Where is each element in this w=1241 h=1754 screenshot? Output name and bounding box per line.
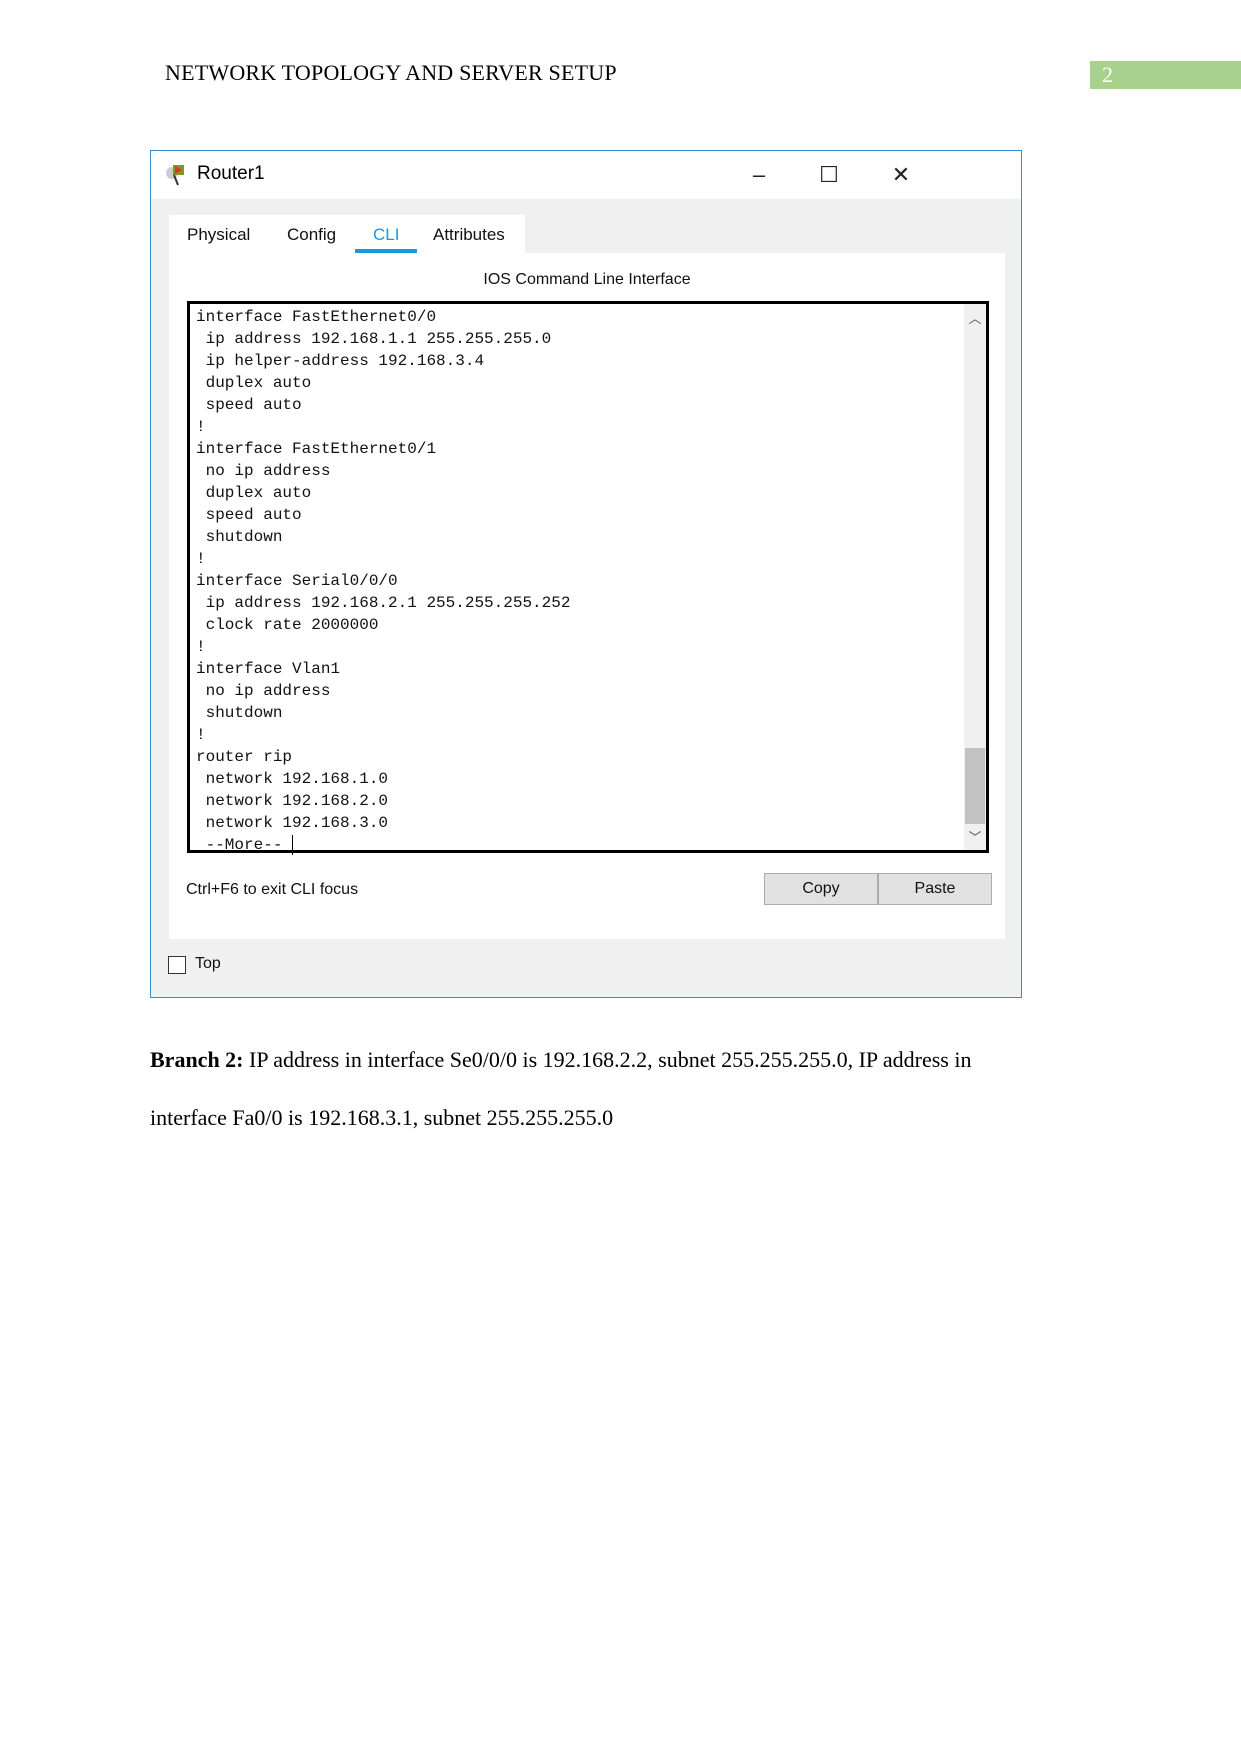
scroll-down-icon[interactable]: ﹀ xyxy=(964,827,986,846)
cli-line: shutdown xyxy=(196,704,283,722)
tab-attributes[interactable]: Attributes xyxy=(433,225,505,245)
cli-line: ! xyxy=(196,726,206,744)
cli-focus-hint: Ctrl+F6 to exit CLI focus xyxy=(186,881,359,898)
cli-line: duplex auto xyxy=(196,484,312,502)
tab-config[interactable]: Config xyxy=(287,225,336,245)
window-title: Router1 xyxy=(197,163,265,184)
cli-line: --More-- xyxy=(196,834,294,855)
cli-line: router rip xyxy=(196,748,293,766)
cli-line: ip helper-address 192.168.3.4 xyxy=(196,352,485,370)
cli-line: ! xyxy=(196,638,206,656)
close-button[interactable]: ✕ xyxy=(881,159,921,191)
scrollbar[interactable]: ︿ ﹀ xyxy=(964,304,986,850)
paragraph-text: IP address in interface Se0/0/0 is 192.1… xyxy=(243,1047,972,1072)
tab-cli[interactable]: CLI xyxy=(373,225,399,245)
title-bar: Router1 – ☐ ✕ xyxy=(151,151,1021,199)
cli-line: speed auto xyxy=(196,506,302,524)
running-header: NETWORK TOPOLOGY AND SERVER SETUP xyxy=(165,60,617,85)
scroll-up-icon[interactable]: ︿ xyxy=(964,308,986,327)
cli-line: clock rate 2000000 xyxy=(196,616,379,634)
cli-panel: IOS Command Line Interface interface Fas… xyxy=(169,253,1005,939)
cli-line: ! xyxy=(196,418,206,436)
cli-line: interface Vlan1 xyxy=(196,660,341,678)
branch-label: Branch 2: xyxy=(150,1047,244,1072)
cli-line: speed auto xyxy=(196,396,302,414)
cli-line: no ip address xyxy=(196,682,331,700)
cli-line: interface Serial0/0/0 xyxy=(196,572,398,590)
cli-output: interface FastEthernet0/0 ip address 192… xyxy=(196,306,570,856)
cli-line: duplex auto xyxy=(196,374,312,392)
router-window: Router1 – ☐ ✕ Physical Config CLI Attrib… xyxy=(150,150,1022,998)
top-checkbox-label: Top xyxy=(195,955,221,972)
page-number: 2 xyxy=(1090,61,1241,89)
cli-terminal[interactable]: interface FastEthernet0/0 ip address 192… xyxy=(187,301,989,856)
paragraph-continued: interface Fa0/0 is 192.168.3.1, subnet 2… xyxy=(150,1105,614,1130)
cli-line: no ip address xyxy=(196,462,331,480)
copy-button[interactable]: Copy xyxy=(764,873,878,905)
cli-title: IOS Command Line Interface xyxy=(483,271,691,288)
cli-line: ! xyxy=(196,550,206,568)
cli-line: shutdown xyxy=(196,528,283,546)
minimize-button[interactable]: – xyxy=(739,159,779,191)
scrollbar-thumb[interactable] xyxy=(965,748,985,824)
cli-line: ip address 192.168.1.1 255.255.255.0 xyxy=(196,330,552,348)
tab-bar: Physical Config CLI Attributes xyxy=(169,215,525,255)
text-cursor xyxy=(292,834,294,855)
cli-line: ip address 192.168.2.1 255.255.255.252 xyxy=(196,594,571,612)
tab-physical[interactable]: Physical xyxy=(187,225,250,245)
top-checkbox[interactable] xyxy=(168,956,186,974)
cli-line: interface FastEthernet0/1 xyxy=(196,440,437,458)
paste-button[interactable]: Paste xyxy=(878,873,992,905)
cli-line: network 192.168.3.0 xyxy=(196,814,389,832)
cli-line: interface FastEthernet0/0 xyxy=(196,308,437,326)
cli-line: network 192.168.2.0 xyxy=(196,792,389,810)
paragraph-branch2: Branch 2: IP address in interface Se0/0/… xyxy=(150,1046,1100,1074)
cli-line: network 192.168.1.0 xyxy=(196,770,389,788)
router-icon xyxy=(166,165,184,186)
maximize-button[interactable]: ☐ xyxy=(809,159,849,191)
